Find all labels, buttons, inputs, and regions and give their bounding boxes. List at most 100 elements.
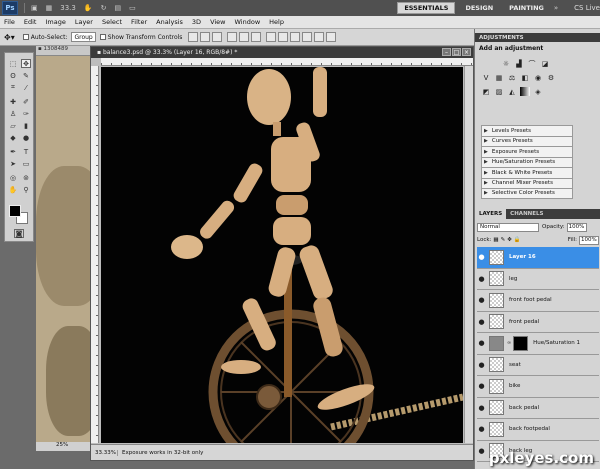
- zoom-level[interactable]: 33.3: [60, 4, 76, 12]
- eye-icon[interactable]: ●: [477, 253, 486, 261]
- menu-file[interactable]: File: [4, 18, 15, 26]
- layer-row[interactable]: ● seat: [477, 354, 599, 376]
- menu-help[interactable]: Help: [269, 18, 284, 26]
- align-bottom-icon[interactable]: [212, 32, 223, 42]
- eye-icon[interactable]: ●: [477, 425, 486, 433]
- background-document-window[interactable]: ▪ 1308489 25%: [36, 46, 96, 451]
- gradient-tool-icon[interactable]: ▮: [21, 121, 31, 130]
- shape-tool-icon[interactable]: ▭: [21, 159, 31, 168]
- menu-analysis[interactable]: Analysis: [156, 18, 183, 26]
- show-transform-checkbox[interactable]: [99, 34, 106, 40]
- color-balance-icon[interactable]: ⚖: [507, 73, 517, 82]
- view-extras-icon[interactable]: ▦: [46, 4, 53, 12]
- bridge-icon[interactable]: ▣: [31, 4, 38, 12]
- layer-row[interactable]: ● back pedal: [477, 397, 599, 419]
- lasso-tool-icon[interactable]: ʘ: [8, 71, 18, 80]
- move-tool-icon[interactable]: ✥▾: [4, 33, 15, 42]
- brightness-icon[interactable]: ☼: [501, 59, 511, 68]
- layer-mask-thumbnail[interactable]: [513, 335, 529, 351]
- rotate-view-icon[interactable]: ↻: [101, 4, 107, 12]
- preset-levels[interactable]: ▶ Levels Presets: [481, 125, 573, 136]
- gradient-map-icon[interactable]: [520, 87, 530, 96]
- pen-tool-icon[interactable]: ✒: [8, 147, 18, 156]
- channel-mixer-icon[interactable]: ⚙: [546, 73, 556, 82]
- lock-transparency-icon[interactable]: ▦: [493, 237, 498, 243]
- layer-row[interactable]: ● front foot pedal: [477, 290, 599, 312]
- minimize-icon[interactable]: –: [442, 48, 451, 56]
- preset-selective-color[interactable]: ▶ Selective Color Presets: [481, 188, 573, 199]
- preset-curves[interactable]: ▶ Curves Presets: [481, 135, 573, 146]
- menu-select[interactable]: Select: [102, 18, 122, 26]
- exposure-icon[interactable]: ◪: [540, 59, 550, 68]
- maximize-icon[interactable]: □: [452, 48, 461, 56]
- preset-channel-mixer[interactable]: ▶ Channel Mixer Presets: [481, 177, 573, 188]
- distribute-top-icon[interactable]: [266, 32, 277, 42]
- black-white-icon[interactable]: ◧: [520, 73, 530, 82]
- hand-tool-icon[interactable]: ✋: [8, 185, 18, 194]
- distribute-middle-icon[interactable]: [278, 32, 289, 42]
- layer-row[interactable]: ● Layer 16: [477, 247, 599, 269]
- align-center-icon[interactable]: [239, 32, 250, 42]
- eye-icon[interactable]: ●: [477, 339, 486, 347]
- lock-position-icon[interactable]: ✥: [507, 237, 512, 243]
- align-right-icon[interactable]: [251, 32, 262, 42]
- auto-select-dropdown[interactable]: Group: [71, 32, 96, 42]
- quick-select-tool-icon[interactable]: ✎: [21, 71, 31, 80]
- vertical-scrollbar[interactable]: [464, 66, 473, 443]
- document-status-text[interactable]: Exposure works in 32-bit only: [117, 449, 203, 456]
- curves-icon[interactable]: ⌒: [527, 59, 537, 68]
- close-icon[interactable]: ×: [462, 48, 471, 56]
- selective-color-icon[interactable]: ◈: [533, 87, 543, 96]
- menu-window[interactable]: Window: [235, 18, 261, 26]
- eye-icon[interactable]: ●: [477, 447, 486, 455]
- eye-icon[interactable]: ●: [477, 382, 486, 390]
- distribute-center-icon[interactable]: [314, 32, 325, 42]
- menu-layer[interactable]: Layer: [75, 18, 93, 26]
- zoom-tool-icon[interactable]: ⚲: [21, 185, 31, 194]
- workspace-essentials[interactable]: ESSENTIALS: [397, 2, 456, 14]
- horizontal-ruler[interactable]: [101, 58, 473, 66]
- distribute-left-icon[interactable]: [302, 32, 313, 42]
- opacity-field[interactable]: 100%: [566, 222, 587, 232]
- vibrance-icon[interactable]: V: [481, 73, 491, 82]
- eyedropper-tool-icon[interactable]: ⁄: [21, 83, 31, 92]
- layer-row[interactable]: ● back footpedal: [477, 419, 599, 441]
- distribute-right-icon[interactable]: [326, 32, 337, 42]
- image-canvas[interactable]: [101, 67, 463, 443]
- foreground-color-swatch[interactable]: [9, 205, 21, 217]
- eye-icon[interactable]: ●: [477, 275, 486, 283]
- eye-icon[interactable]: ●: [477, 296, 486, 304]
- hue-saturation-icon[interactable]: ▦: [494, 73, 504, 82]
- menu-3d[interactable]: 3D: [192, 18, 201, 26]
- crop-tool-icon[interactable]: ⌗: [8, 83, 18, 92]
- tab-layers[interactable]: LAYERS: [475, 209, 507, 219]
- history-brush-tool-icon[interactable]: ✑: [21, 109, 31, 118]
- auto-select-checkbox[interactable]: [22, 34, 29, 40]
- background-document-title[interactable]: ▪ 1308489: [36, 46, 96, 56]
- document-zoom-field[interactable]: 33.33%: [95, 450, 117, 456]
- preset-hue-saturation[interactable]: ▶ Hue/Saturation Presets: [481, 156, 573, 167]
- posterize-icon[interactable]: ▨: [494, 87, 504, 96]
- marquee-tool-icon[interactable]: ⬚: [8, 59, 18, 68]
- invert-icon[interactable]: ◩: [481, 87, 491, 96]
- brush-tool-icon[interactable]: ✐: [21, 97, 31, 106]
- eye-icon[interactable]: ●: [477, 318, 486, 326]
- eye-icon[interactable]: ●: [477, 361, 486, 369]
- menu-view[interactable]: View: [210, 18, 225, 26]
- layer-row[interactable]: ● ∞ Hue/Saturation 1: [477, 333, 599, 355]
- layer-row[interactable]: ● bike: [477, 376, 599, 398]
- hand-tool-icon[interactable]: ✋: [84, 4, 93, 12]
- fill-field[interactable]: 100%: [579, 235, 599, 245]
- clone-stamp-tool-icon[interactable]: ♙: [8, 109, 18, 118]
- workspace-painting[interactable]: PAINTING: [503, 2, 550, 14]
- photo-filter-icon[interactable]: ◉: [533, 73, 543, 82]
- screen-mode-icon[interactable]: ▭: [129, 4, 136, 12]
- blur-tool-icon[interactable]: ◆: [8, 133, 18, 142]
- lock-all-icon[interactable]: 🔒: [514, 237, 521, 243]
- quick-mask-icon[interactable]: ◙: [14, 229, 24, 238]
- eraser-tool-icon[interactable]: ▱: [8, 121, 18, 130]
- layer-row[interactable]: ● front pedal: [477, 311, 599, 333]
- cs-live-button[interactable]: CS Live: [574, 4, 600, 12]
- workspace-design[interactable]: DESIGN: [459, 2, 499, 14]
- menu-filter[interactable]: Filter: [131, 18, 147, 26]
